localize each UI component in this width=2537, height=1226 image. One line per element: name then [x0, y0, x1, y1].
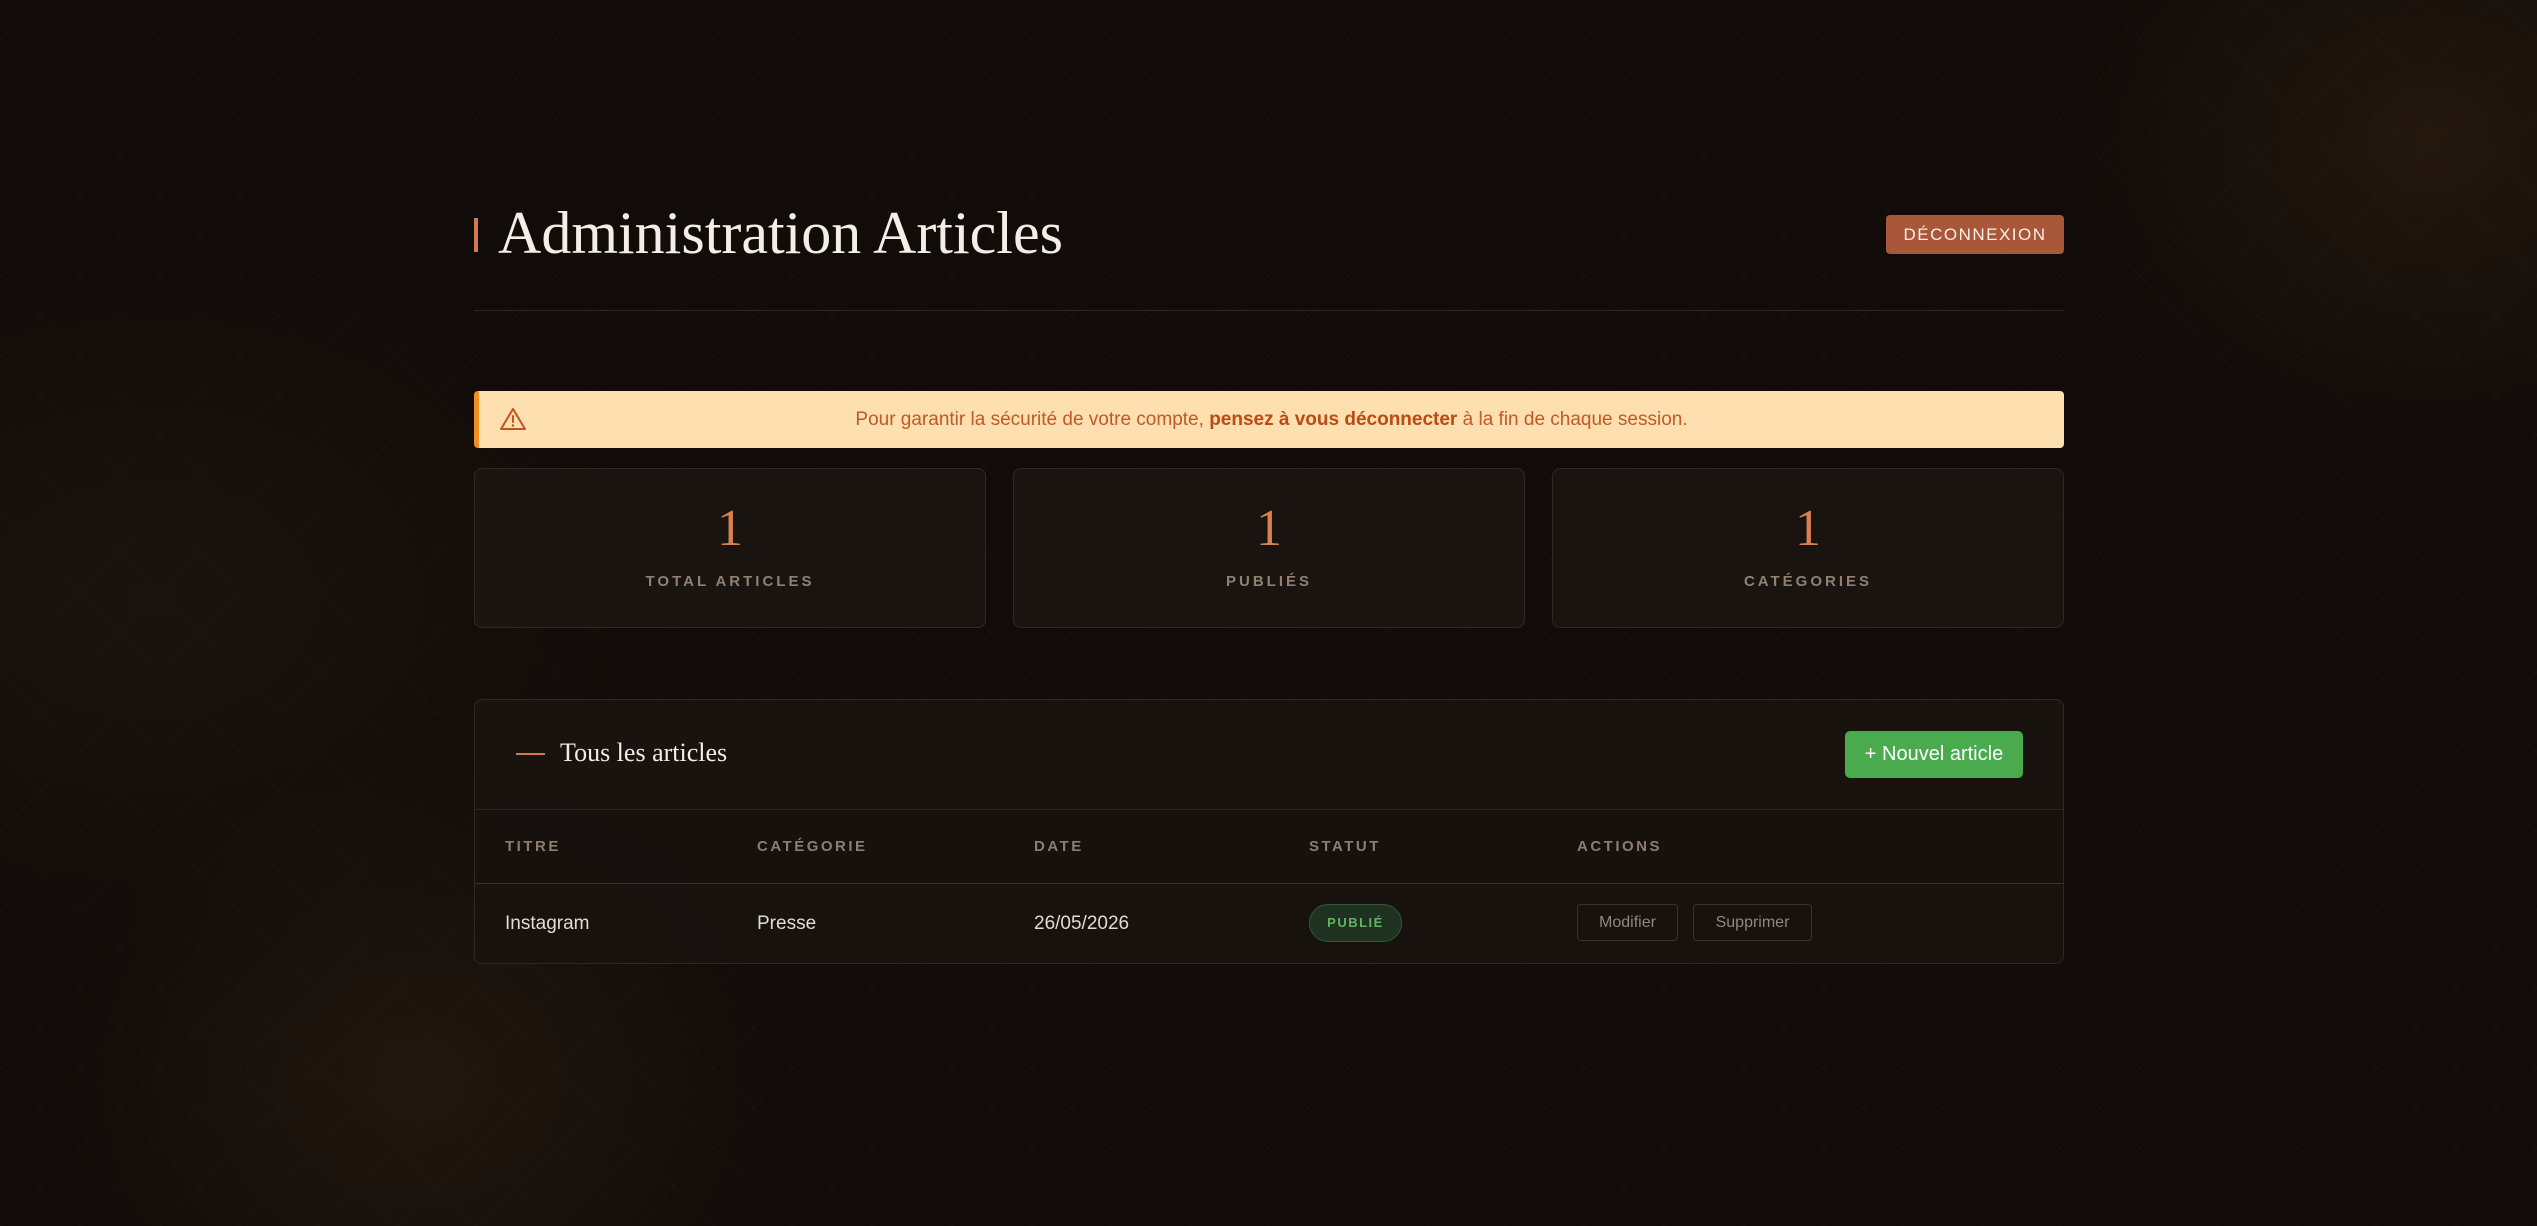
- title-accent-bar: [474, 218, 478, 252]
- column-header-title: TITRE: [505, 838, 561, 855]
- articles-panel-header: Tous les articles + Nouvel article: [475, 700, 2063, 810]
- stat-value: 1: [717, 500, 743, 557]
- column-header-status: STATUT: [1309, 838, 1381, 855]
- stat-card-total: 1 TOTAL ARTICLES: [474, 468, 986, 628]
- column-header-actions: ACTIONS: [1577, 838, 1662, 855]
- section-accent-dash: [516, 753, 545, 755]
- stat-card-published: 1 PUBLIÉS: [1013, 468, 1525, 628]
- stat-value: 1: [1795, 500, 1821, 557]
- logout-button[interactable]: DÉCONNEXION: [1886, 215, 2064, 254]
- page-title: Administration Articles: [498, 200, 1063, 266]
- table-header: TITRE CATÉGORIE DATE STATUT ACTIONS: [475, 810, 2063, 884]
- security-alert: Pour garantir la sécurité de votre compt…: [474, 391, 2064, 448]
- column-header-category: CATÉGORIE: [757, 838, 868, 855]
- new-article-button[interactable]: + Nouvel article: [1845, 731, 2023, 778]
- article-title-cell: Instagram: [505, 913, 590, 934]
- column-header-date: DATE: [1034, 838, 1084, 855]
- delete-article-button[interactable]: Supprimer: [1693, 904, 1812, 941]
- articles-section-title: Tous les articles: [560, 738, 728, 767]
- article-date-cell: 26/05/2026: [1034, 913, 1130, 934]
- alert-text-before: Pour garantir la sécurité de votre compt…: [855, 409, 1210, 430]
- stat-label: TOTAL ARTICLES: [645, 573, 815, 590]
- stat-value: 1: [1256, 500, 1282, 557]
- edit-article-button[interactable]: Modifier: [1577, 904, 1678, 941]
- alert-text-emphasis: pensez à vous déconnecter: [1209, 409, 1458, 430]
- table-row: Instagram Presse 26/05/2026 PUBLIÉ Modif…: [475, 884, 2063, 963]
- status-badge: PUBLIÉ: [1309, 904, 1402, 942]
- stat-label: CATÉGORIES: [1743, 573, 1873, 590]
- articles-panel: Tous les articles + Nouvel article TITRE…: [474, 699, 2064, 964]
- alert-message: Pour garantir la sécurité de votre compt…: [479, 391, 2064, 448]
- stat-card-categories: 1 CATÉGORIES: [1552, 468, 2064, 628]
- alert-text-after: à la fin de chaque session.: [1457, 409, 1688, 430]
- stat-label: PUBLIÉS: [1225, 573, 1312, 590]
- article-category-cell: Presse: [757, 913, 817, 934]
- page-header: Administration Articles DÉCONNEXION: [474, 196, 2064, 311]
